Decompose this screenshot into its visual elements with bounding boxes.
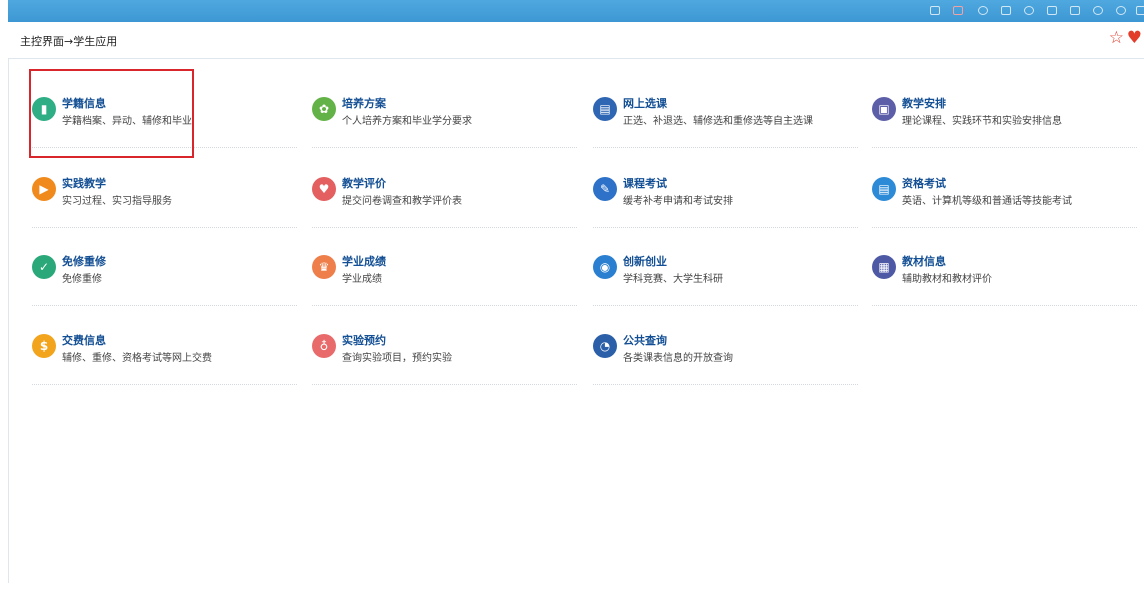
schedule-icon: ▣ [872,97,896,121]
app-description: 免修重修 [62,274,102,285]
user-icon[interactable] [1093,6,1103,15]
app-tile[interactable]: ▤ 资格考试英语、计算机等级和普通话等技能考试 [872,158,1137,228]
app-description: 辅助教材和教材评价 [902,274,992,285]
app-tile[interactable]: ◔ 公共查询各类课表信息的开放查询 [593,315,858,385]
app-title[interactable]: 学业成绩 [342,253,386,269]
grid-icon[interactable] [930,6,940,15]
plant-icon: ✿ [312,97,336,121]
retake-icon: ✓ [32,255,56,279]
app-title[interactable]: 培养方案 [342,95,386,111]
app-title[interactable]: 资格考试 [902,175,946,191]
app-title[interactable]: 网上选课 [623,95,667,111]
app-description: 个人培养方案和毕业学分要求 [342,116,472,127]
app-title[interactable]: 创新创业 [623,253,667,269]
app-tile[interactable]: ▦ 教材信息辅助教材和教材评价 [872,236,1137,306]
app-description: 各类课表信息的开放查询 [623,353,733,364]
app-title[interactable]: 免修重修 [62,253,106,269]
query-icon: ◔ [593,334,617,358]
app-tile[interactable]: ♥ 教学评价提交问卷调查和教学评价表 [312,158,577,228]
app-tile[interactable]: ▤ 网上选课正选、补退选、辅修选和重修选等自主选课 [593,78,858,148]
grades-icon: ♛ [312,255,336,279]
left-border [8,58,9,583]
app-description: 学业成绩 [342,274,382,285]
top-toolbar [8,0,1144,22]
app-tile[interactable]: ▣ 教学安排理论课程、实践环节和实验安排信息 [872,78,1137,148]
app-tile[interactable]: ✎ 课程考试缓考补考申请和考试安排 [593,158,858,228]
book-icon[interactable] [953,6,963,15]
settings-icon[interactable] [1116,6,1126,15]
app-title[interactable]: 课程考试 [623,175,667,191]
app-description: 正选、补退选、辅修选和重修选等自主选课 [623,116,813,127]
experiment-icon: ♁ [312,334,336,358]
app-tile[interactable]: ✿ 培养方案个人培养方案和毕业学分要求 [312,78,577,148]
app-title[interactable]: 公共查询 [623,332,667,348]
app-tile[interactable]: ◉ 创新创业学科竞赛、大学生科研 [593,236,858,306]
refresh-icon[interactable] [1024,6,1034,15]
course-selection-icon: ▤ [593,97,617,121]
app-title[interactable]: 教学评价 [342,175,386,191]
play-icon: ▶ [32,177,56,201]
app-description: 提交问卷调查和教学评价表 [342,196,462,207]
breadcrumb-bar: 主控界面→学生应用 ☆ ♥ [8,22,1144,59]
exit-icon[interactable] [1136,6,1144,15]
selection-highlight [29,69,194,158]
star-icon[interactable]: ☆ [1109,28,1124,48]
payment-icon: $ [32,334,56,358]
list-icon[interactable] [1047,6,1057,15]
app-description: 学科竞赛、大学生科研 [623,274,723,285]
exam-icon: ✎ [593,177,617,201]
app-description: 英语、计算机等级和普通话等技能考试 [902,196,1072,207]
app-description: 查询实验项目，预约实验 [342,353,452,364]
app-title[interactable]: 教学安排 [902,95,946,111]
chat-icon[interactable] [1070,6,1080,15]
app-tile[interactable]: ♁ 实验预约查询实验项目，预约实验 [312,315,577,385]
app-title[interactable]: 交费信息 [62,332,106,348]
app-tile[interactable]: ♛ 学业成绩 学业成绩 [312,236,577,306]
app-title[interactable]: 实验预约 [342,332,386,348]
breadcrumb: 主控界面→学生应用 [20,35,118,48]
app-tile[interactable]: ▶ 实践教学实习过程、实习指导服务 [32,158,297,228]
app-title[interactable]: 教材信息 [902,253,946,269]
qualification-icon: ▤ [872,177,896,201]
app-description: 理论课程、实践环节和实验安排信息 [902,116,1062,127]
heart-icon[interactable]: ♥ [1127,28,1142,48]
window-icon[interactable] [1001,6,1011,15]
app-title[interactable]: 实践教学 [62,175,106,191]
app-tile[interactable]: $ 交费信息辅修、重修、资格考试等网上交费 [32,315,297,385]
app-description: 实习过程、实习指导服务 [62,196,172,207]
evaluation-icon: ♥ [312,177,336,201]
innovation-icon: ◉ [593,255,617,279]
textbook-icon: ▦ [872,255,896,279]
app-description: 缓考补考申请和考试安排 [623,196,733,207]
app-description: 辅修、重修、资格考试等网上交费 [62,353,212,364]
app-tile[interactable]: ✓ 免修重修 免修重修 [32,236,297,306]
search-icon[interactable] [978,6,988,15]
